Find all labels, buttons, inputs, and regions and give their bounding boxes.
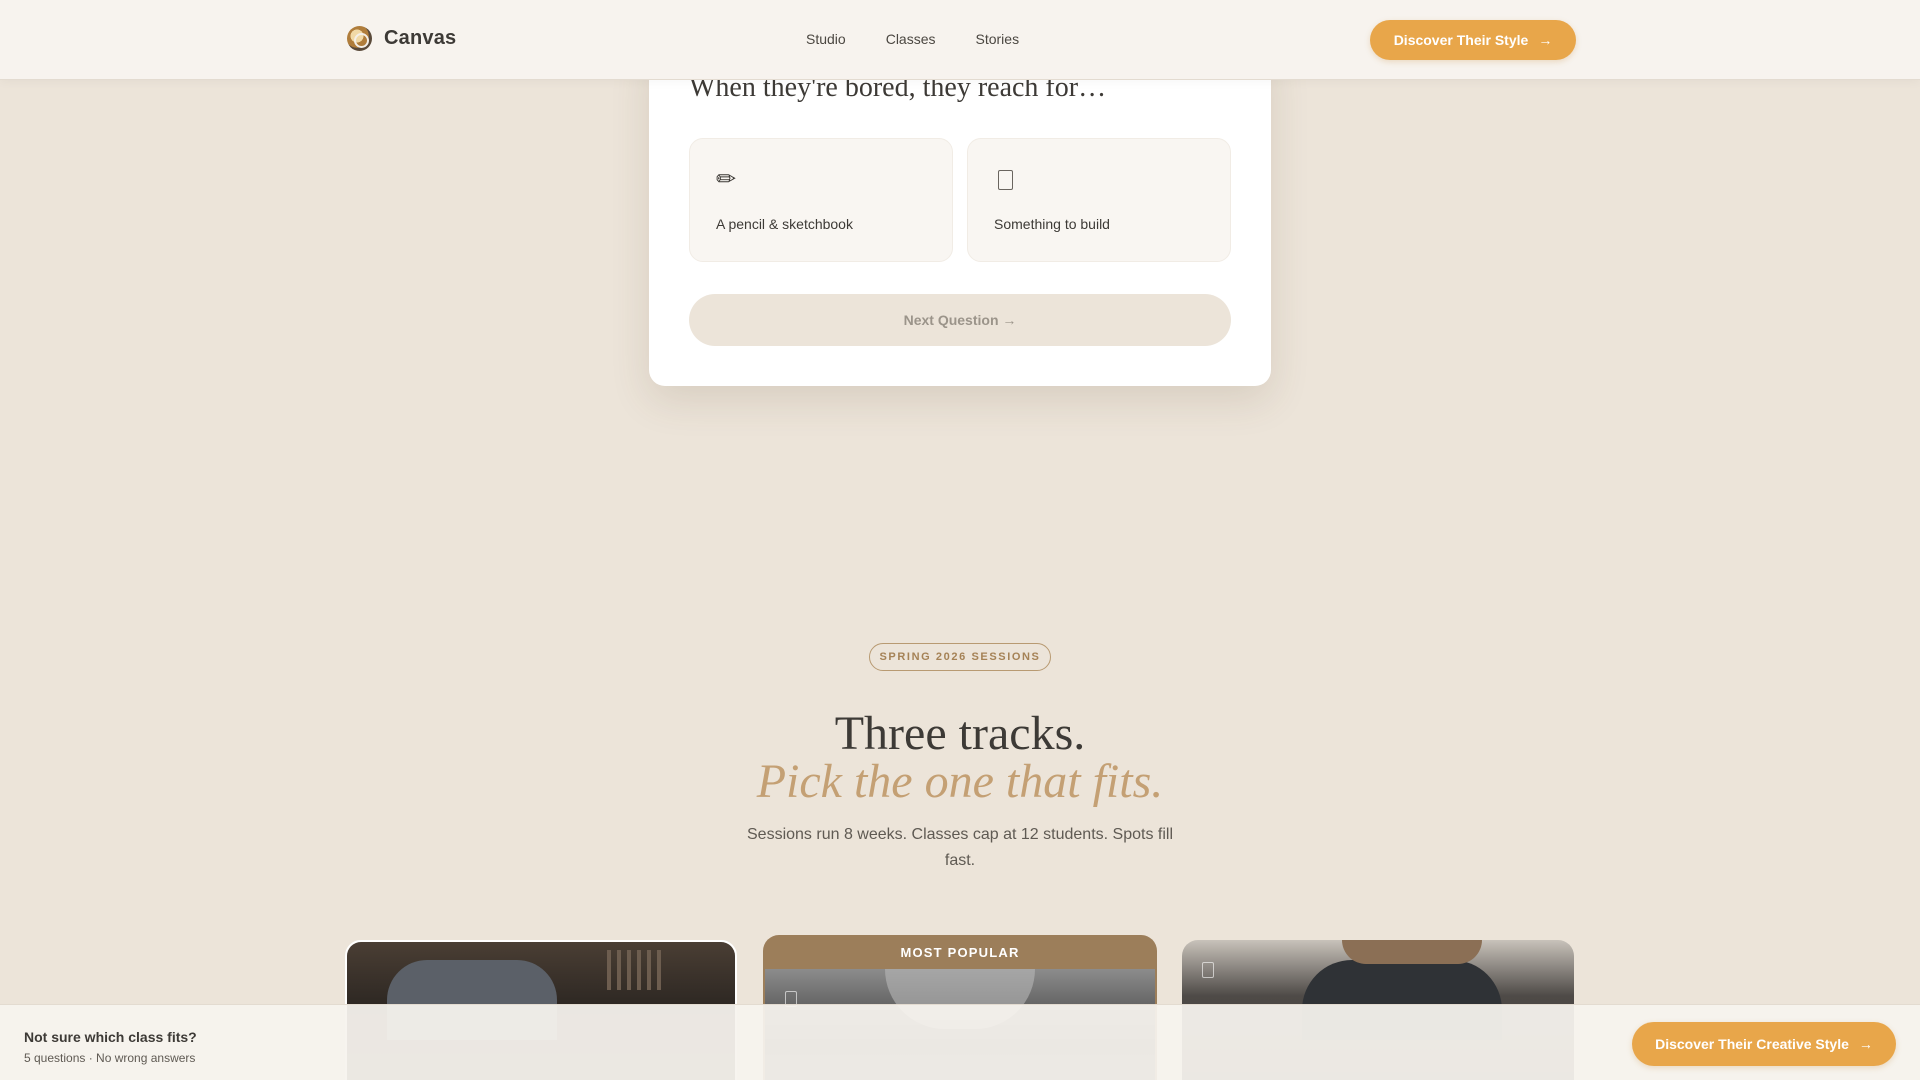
logo[interactable]: Canvas — [347, 26, 456, 51]
quiz-option-label: Something to build — [994, 216, 1110, 232]
quiz-option-label: A pencil & sketchbook — [716, 216, 853, 232]
section-description: Sessions run 8 weeks. Classes cap at 12 … — [747, 826, 1173, 869]
logo-text: Canvas — [384, 27, 457, 49]
build-icon — [998, 170, 1013, 190]
nav-stories[interactable]: Stories — [976, 31, 1020, 47]
discover-creative-style-label: Discover Their Creative Style — [1655, 1036, 1849, 1052]
arrow-right-icon: → — [1538, 32, 1553, 48]
pencil-icon: ✏ — [716, 166, 737, 193]
sessions-eyebrow-badge: SPRING 2026 SESSIONS — [869, 643, 1051, 671]
arrow-right-icon: → — [1858, 1036, 1873, 1052]
main-nav: Studio Classes Stories — [806, 31, 1019, 47]
nav-classes[interactable]: Classes — [886, 31, 936, 47]
logo-icon — [347, 26, 372, 51]
sticky-bottom-bar: Not sure which class fits? 5 questions ·… — [0, 1004, 1920, 1080]
quiz-option-build[interactable]: Something to build — [967, 138, 1231, 262]
section-subtitle: Pick the one that fits. — [756, 755, 1164, 808]
quiz-option-pencil[interactable]: ✏ A pencil & sketchbook — [689, 138, 953, 262]
nav-studio[interactable]: Studio — [806, 31, 846, 47]
discover-style-label: Discover Their Style — [1393, 32, 1529, 48]
track-icon — [1202, 962, 1214, 978]
next-question-button[interactable]: Next Question → — [689, 294, 1231, 346]
discover-style-button[interactable]: Discover Their Style → — [1370, 20, 1576, 60]
site-header: Canvas Studio Classes Stories Discover T… — [0, 0, 1920, 80]
discover-creative-style-button[interactable]: Discover Their Creative Style → — [1632, 1022, 1896, 1066]
quiz-card: When they're bored, they reach for… ✏ A … — [649, 40, 1271, 386]
bottom-bar-subtitle: 5 questions · No wrong answers — [24, 1051, 196, 1065]
bottom-bar-title: Not sure which class fits? — [24, 1029, 197, 1045]
most-popular-badge: MOST POPULAR — [900, 944, 1020, 960]
